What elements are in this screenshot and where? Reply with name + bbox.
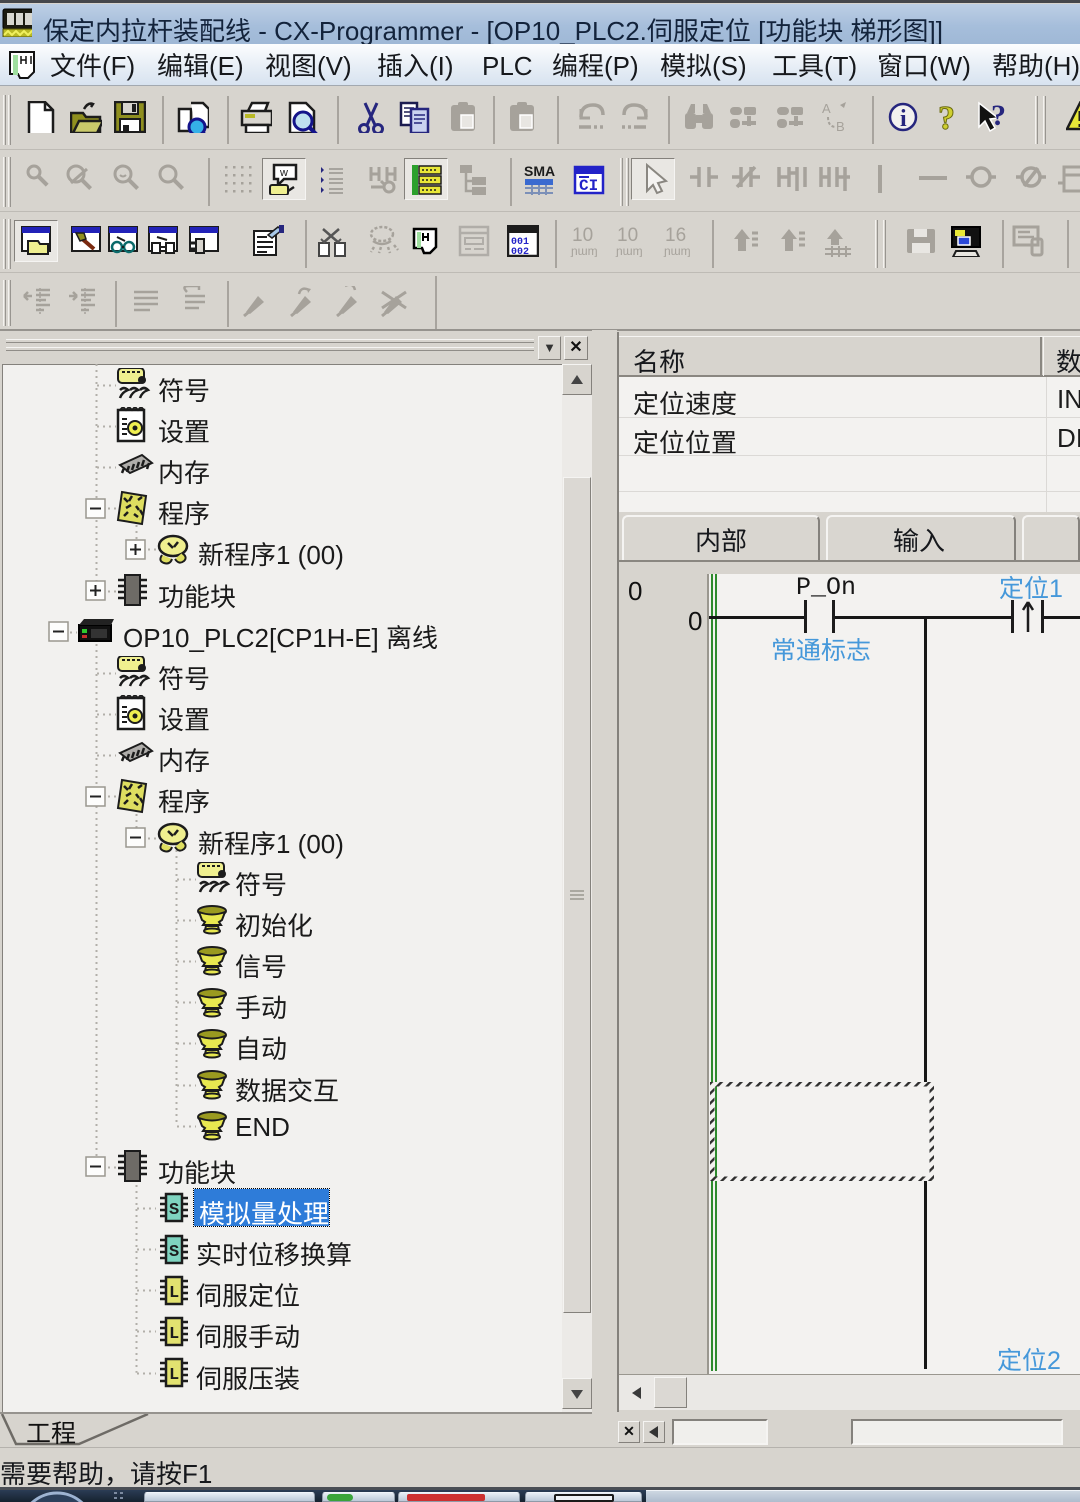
- svg-text:L: L: [169, 1366, 179, 1385]
- svg-text:L: L: [169, 1325, 179, 1344]
- svg-text:S: S: [169, 1243, 179, 1262]
- svg-text:?: ?: [938, 101, 955, 133]
- svg-text:ɲɯɱ: ɲɯɱ: [663, 244, 691, 257]
- svg-text:w: w: [279, 167, 288, 179]
- svg-text:SMA: SMA: [524, 163, 555, 179]
- svg-text:CI: CI: [579, 177, 598, 195]
- svg-text:S: S: [169, 1201, 179, 1220]
- svg-text:B: B: [836, 119, 845, 133]
- svg-text:002: 002: [511, 247, 529, 257]
- svg-text:ɲɯɱ: ɲɯɱ: [615, 244, 643, 257]
- svg-text:10: 10: [572, 225, 593, 246]
- svg-text:L: L: [169, 1284, 179, 1303]
- svg-text:16: 16: [665, 225, 686, 246]
- svg-text:A: A: [822, 101, 831, 116]
- svg-text:10: 10: [617, 225, 638, 246]
- svg-text:ɲɯɱ: ɲɯɱ: [570, 244, 598, 257]
- svg-text:i: i: [900, 106, 907, 132]
- svg-text:?: ?: [991, 101, 1006, 132]
